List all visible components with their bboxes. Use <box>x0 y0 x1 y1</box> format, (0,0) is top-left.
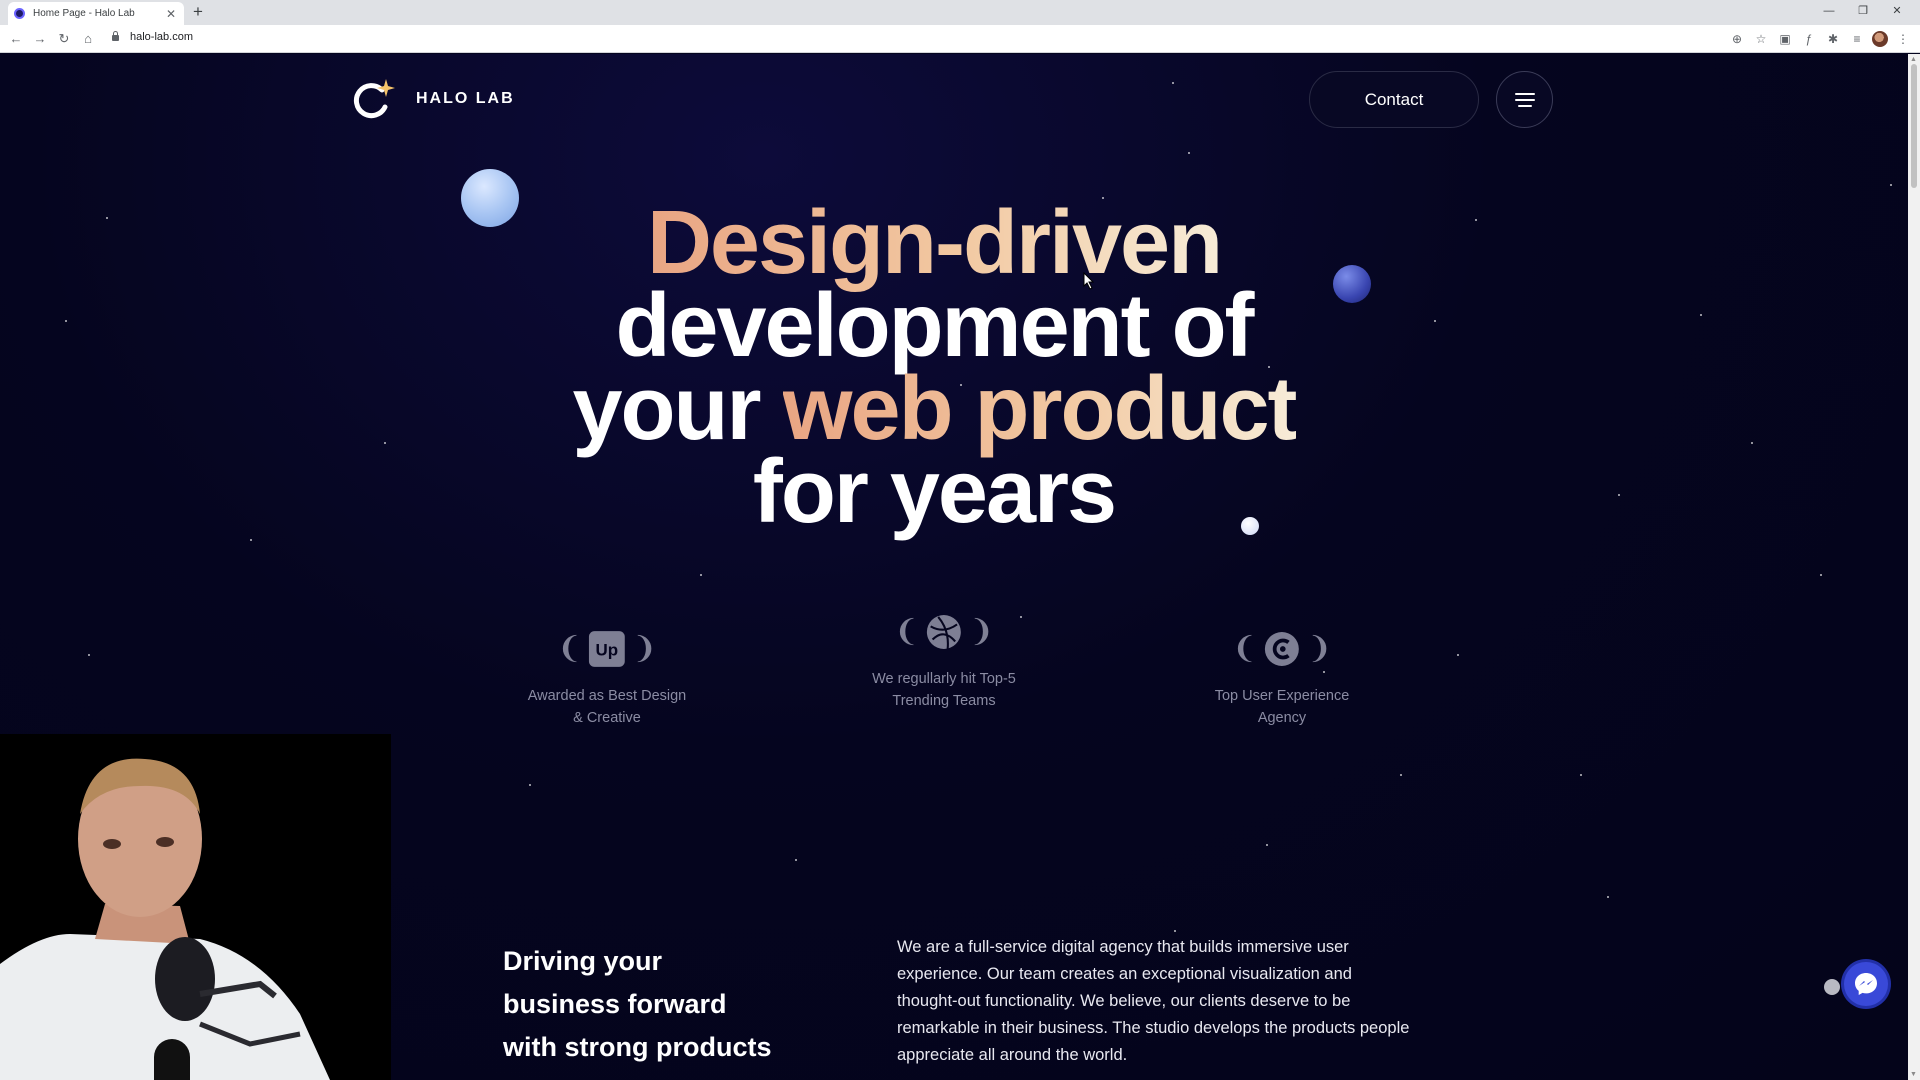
extensions-puzzle-icon[interactable]: ✱ <box>1824 29 1842 49</box>
laurel-right-icon: ❩ <box>968 614 994 649</box>
laurel-right-icon: ❩ <box>631 631 657 666</box>
svg-text:Up: Up <box>596 641 619 660</box>
about-heading-line3: with strong products <box>503 1032 772 1062</box>
reading-list-icon[interactable]: ≡ <box>1848 29 1866 49</box>
webcam-overlay <box>0 734 391 1080</box>
messenger-chat-button[interactable] <box>1844 962 1888 1006</box>
new-tab-button[interactable]: + <box>193 2 203 22</box>
close-window-icon[interactable]: ✕ <box>1880 0 1914 22</box>
hamburger-icon <box>1514 92 1535 95</box>
hero-heading: Design-driven development of your web pr… <box>0 198 1868 542</box>
profile-avatar[interactable] <box>1872 31 1888 47</box>
star-dot <box>1580 774 1582 776</box>
star-dot <box>88 654 90 656</box>
extension-formula-icon[interactable]: ƒ <box>1800 29 1818 49</box>
restore-icon[interactable]: ❐ <box>1846 0 1880 22</box>
page-viewport: HALO LAB Contact Design-driven developme… <box>0 54 1908 1080</box>
messenger-icon <box>1855 973 1877 995</box>
award-upwork: ❨ Up ❩ Awarded as Best Design & Creative <box>487 625 727 729</box>
award-dribbble: ❨ ❩ We regullarly hit Top-5 Trending Tea… <box>824 608 1064 712</box>
browser-tab[interactable]: Home Page - Halo Lab ✕ <box>8 2 184 25</box>
upwork-icon: Up <box>589 631 625 667</box>
about-heading-line2: business forward <box>503 989 727 1019</box>
bookmark-star-icon[interactable]: ☆ <box>1752 29 1770 49</box>
scroll-down-icon[interactable]: ▼ <box>1910 1071 1917 1078</box>
star-dot <box>529 784 531 786</box>
award-text-line2: & Creative <box>573 710 641 726</box>
star-dot <box>1266 844 1268 846</box>
home-icon[interactable]: ⌂ <box>78 29 98 49</box>
laurel-left-icon: ❨ <box>1232 631 1258 666</box>
forward-arrow-icon[interactable]: → <box>30 29 50 49</box>
hero-line-2: development of <box>615 276 1254 376</box>
presenter-video-image <box>0 734 391 1080</box>
back-arrow-icon[interactable]: ← <box>6 29 26 49</box>
award-text-line1: Top User Experience <box>1214 688 1350 704</box>
toolbar-icons: ⊕ ☆ ▣ ƒ ✱ ≡ ⋮ <box>1728 29 1912 49</box>
extension-screen-icon[interactable]: ▣ <box>1776 29 1794 49</box>
hero-line-3a: your <box>572 359 783 459</box>
reload-icon[interactable]: ↻ <box>54 29 74 49</box>
star-dot <box>250 539 252 541</box>
window-controls: — ❐ ✕ <box>1812 0 1914 22</box>
browser-toolbar: ← → ↻ ⌂ halo-lab.com ⊕ ☆ ▣ ƒ ✱ ≡ ⋮ <box>0 25 1920 53</box>
page-scrollbar[interactable]: ▲ ▼ <box>1908 54 1920 1080</box>
scroll-up-icon[interactable]: ▲ <box>1910 56 1917 63</box>
browser-tab-strip: Home Page - Halo Lab ✕ + — ❐ ✕ <box>0 0 1920 25</box>
star-dot <box>1174 930 1176 932</box>
lock-icon[interactable] <box>112 31 119 41</box>
halo-logo-icon <box>352 77 396 121</box>
halo-lab-logo[interactable]: HALO LAB <box>352 77 515 121</box>
star-dot <box>1400 774 1402 776</box>
star-dot <box>795 859 797 861</box>
install-app-icon[interactable]: ⊕ <box>1728 29 1746 49</box>
close-tab-icon[interactable]: ✕ <box>164 7 178 21</box>
scrollbar-thumb[interactable] <box>1911 64 1917 188</box>
laurel-left-icon: ❨ <box>894 614 920 649</box>
star-dot <box>700 574 702 576</box>
mouse-cursor-icon <box>1083 272 1095 290</box>
star-dot <box>1457 654 1459 656</box>
contact-button[interactable]: Contact <box>1309 71 1479 128</box>
address-bar[interactable]: halo-lab.com <box>130 31 193 43</box>
tab-title: Home Page - Halo Lab <box>33 8 135 19</box>
star-dot <box>1607 896 1609 898</box>
hamburger-menu-button[interactable] <box>1496 71 1553 128</box>
star-dot <box>1188 152 1190 154</box>
award-text-line1: Awarded as Best Design <box>527 688 687 704</box>
star-dot <box>1172 82 1174 84</box>
logo-text: HALO LAB <box>416 90 515 107</box>
about-paragraph: We are a full-service digital agency tha… <box>897 938 1410 1064</box>
hero-line-4: for years <box>752 442 1117 542</box>
dribbble-icon <box>927 615 961 650</box>
laurel-right-icon: ❩ <box>1306 631 1332 666</box>
laurel-left-icon: ❨ <box>557 631 583 666</box>
clutch-icon <box>1265 632 1299 666</box>
about-heading-line1: Driving your <box>503 946 663 976</box>
minimize-icon[interactable]: — <box>1812 0 1846 22</box>
award-clutch: ❨ ❩ Top User Experience Agency <box>1162 625 1402 729</box>
star-dot <box>1820 574 1822 576</box>
chat-status-dot <box>1824 979 1840 995</box>
kebab-menu-icon[interactable]: ⋮ <box>1894 29 1912 49</box>
award-text-line2: Trending Teams <box>892 693 996 709</box>
award-text-line2: Agency <box>1257 710 1307 726</box>
about-heading: Driving your business forward with stron… <box>503 940 833 1069</box>
star-dot <box>1890 184 1892 186</box>
award-text-line1: We regullarly hit Top-5 <box>872 671 1016 687</box>
halo-lab-favicon-icon <box>14 8 25 19</box>
